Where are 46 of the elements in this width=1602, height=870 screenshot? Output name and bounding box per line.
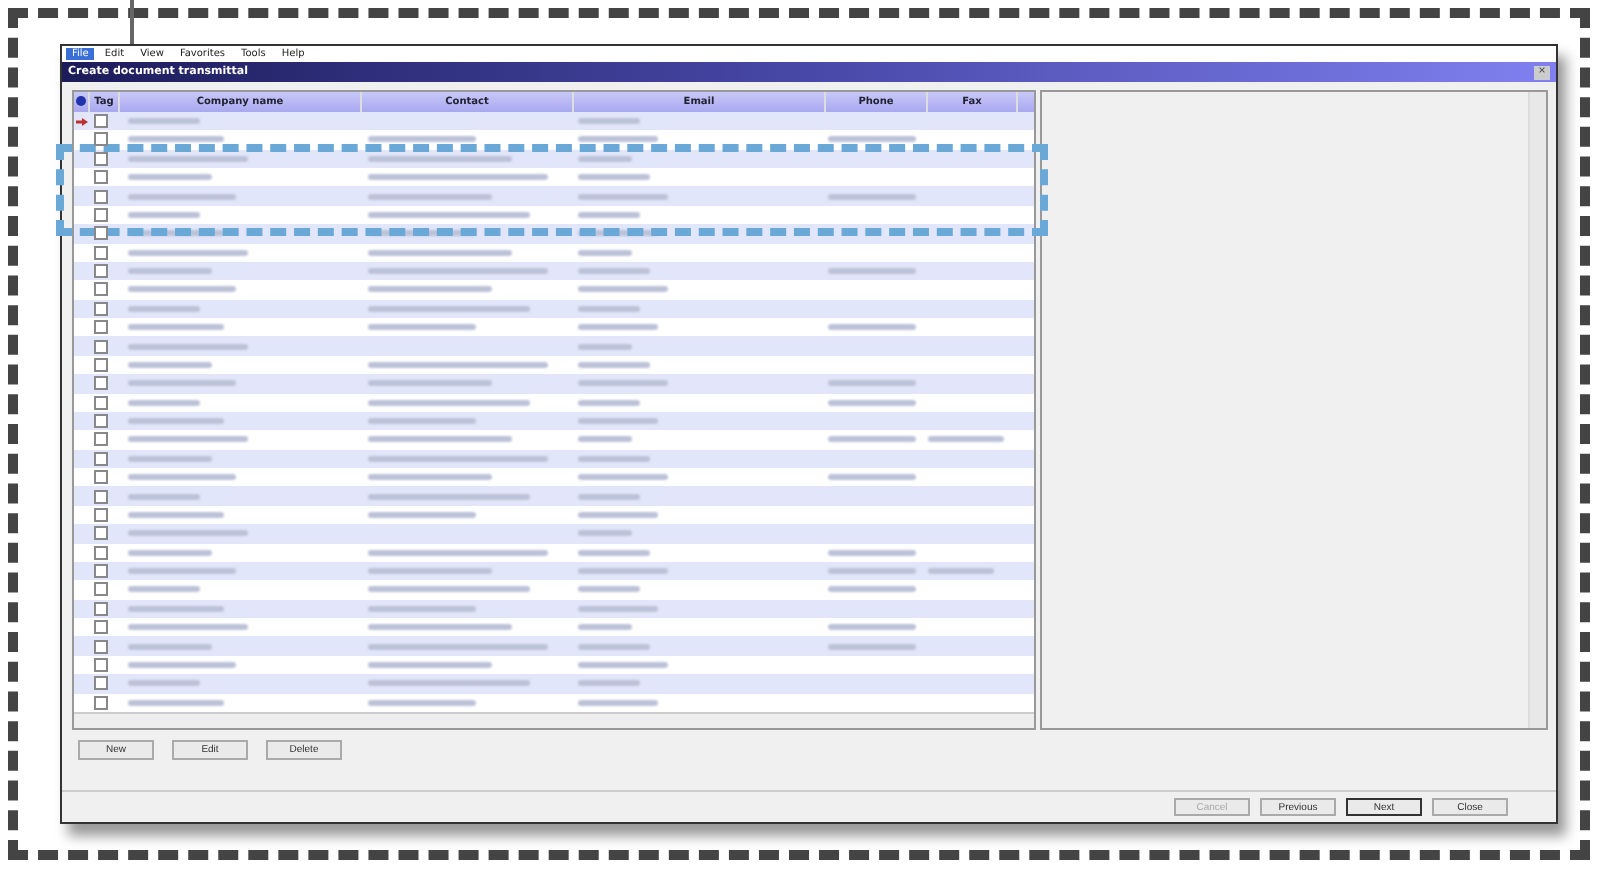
checkbox[interactable]: [94, 282, 108, 297]
checkbox[interactable]: [94, 657, 108, 672]
checkbox[interactable]: [94, 695, 108, 710]
table-row[interactable]: [74, 486, 1034, 506]
checkbox[interactable]: [94, 301, 108, 316]
checkbox[interactable]: [94, 264, 108, 279]
checkbox[interactable]: [94, 226, 108, 241]
table-row[interactable]: [74, 168, 1034, 187]
checkbox[interactable]: [94, 639, 108, 654]
checkbox[interactable]: [94, 582, 108, 597]
checkbox[interactable]: [94, 620, 108, 635]
checkbox[interactable]: [94, 207, 108, 222]
checkbox[interactable]: [94, 320, 108, 335]
table-row[interactable]: [74, 636, 1034, 656]
horizontal-scrollbar[interactable]: [74, 712, 1034, 728]
checkbox[interactable]: [94, 545, 108, 560]
checkbox[interactable]: [94, 414, 108, 429]
table-row[interactable]: [74, 318, 1034, 337]
checkbox[interactable]: [94, 132, 108, 147]
checkbox[interactable]: [94, 507, 108, 522]
table-row[interactable]: [74, 186, 1034, 206]
checkbox[interactable]: [94, 526, 108, 541]
table-row[interactable]: [74, 468, 1034, 487]
checkbox[interactable]: [94, 114, 108, 129]
checkbox[interactable]: [94, 470, 108, 485]
checkbox[interactable]: [94, 170, 108, 185]
checkbox[interactable]: [94, 395, 108, 410]
checkbox[interactable]: [94, 564, 108, 579]
checkbox[interactable]: [94, 245, 108, 260]
table-row[interactable]: [74, 336, 1034, 356]
table-row[interactable]: [74, 524, 1034, 543]
checkbox[interactable]: [94, 151, 108, 166]
checkbox[interactable]: [94, 676, 108, 691]
table-row[interactable]: [74, 618, 1034, 637]
checkbox[interactable]: [94, 432, 108, 447]
checkbox[interactable]: [94, 376, 108, 391]
table-row[interactable]: [74, 374, 1034, 393]
checkbox[interactable]: [94, 357, 108, 372]
checkbox[interactable]: [94, 601, 108, 616]
checkbox[interactable]: [94, 339, 108, 354]
checkbox[interactable]: [94, 489, 108, 504]
info-icon: [76, 96, 86, 107]
vertical-scrollbar[interactable]: [1528, 92, 1546, 728]
checkbox[interactable]: [94, 189, 108, 204]
checkbox[interactable]: [94, 451, 108, 466]
table-row[interactable]: [74, 674, 1034, 693]
